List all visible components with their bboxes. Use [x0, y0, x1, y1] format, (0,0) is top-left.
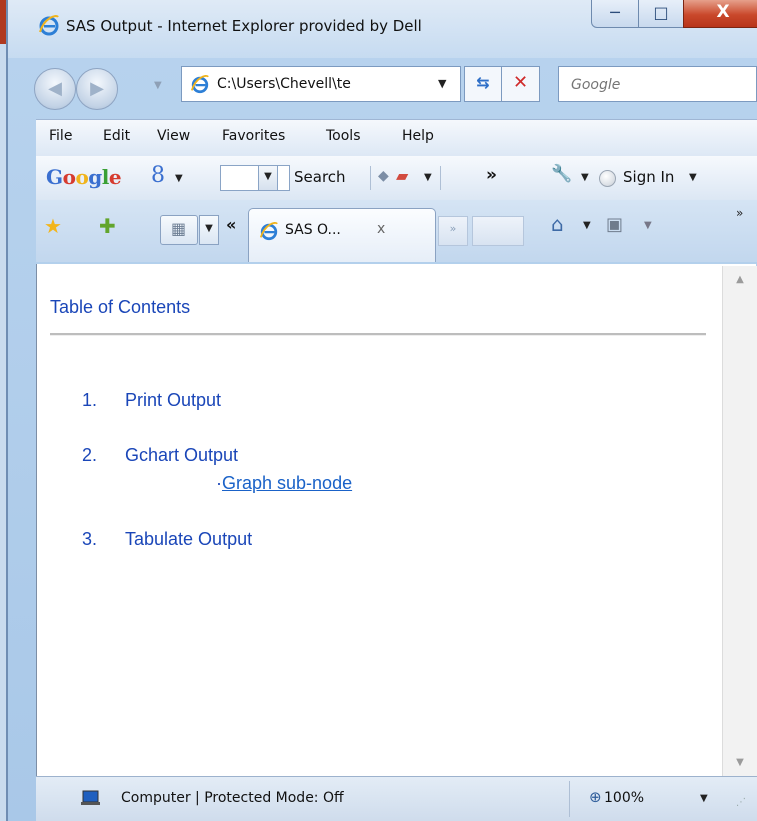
window-controls: ─ □ X	[591, 0, 757, 30]
tab-title: SAS O...	[285, 222, 341, 238]
sign-in-button[interactable]: Sign In	[623, 168, 674, 186]
tab-ie-icon	[259, 222, 278, 241]
computer-zone-icon	[81, 790, 100, 805]
stop-button[interactable]: ✕	[502, 66, 540, 102]
stop-icon: ✕	[512, 72, 529, 93]
favorites-star-icon[interactable]: ★	[44, 214, 62, 238]
toc-item-tabulate-output[interactable]: Tabulate Output	[125, 529, 252, 550]
back-button[interactable]: ◀	[34, 68, 76, 110]
highlight-icon[interactable]: ◆	[378, 168, 389, 184]
toc-item-number: 1.	[82, 390, 98, 410]
menu-tools[interactable]: Tools	[326, 128, 361, 144]
maximize-button[interactable]: □	[638, 0, 684, 28]
tab-sas-output[interactable]: SAS O... x	[248, 208, 436, 262]
toc-sub-link-graph[interactable]: Graph sub-node	[222, 473, 352, 493]
google-toolbar: Google 8 ▼ ▼ Search ◆ ▰ ▼ » 🔧 ▼ Sign In …	[36, 156, 757, 201]
address-field[interactable]: C:\Users\Chevell\te ▼	[181, 66, 461, 102]
feeds-icon[interactable]: ▣	[606, 214, 623, 235]
chevron-down-icon[interactable]: ▼	[700, 793, 708, 804]
chevron-down-icon[interactable]: ▼	[644, 220, 652, 231]
close-icon: X	[716, 2, 730, 22]
zoom-icon[interactable]: ⊕	[589, 788, 602, 806]
minimize-icon: ─	[610, 3, 620, 22]
status-bar: Computer | Protected Mode: Off ⊕ 100% ▼ …	[36, 776, 757, 821]
google-search-dropdown[interactable]: ▼	[258, 165, 278, 191]
tab-scroll-left-button[interactable]: «	[226, 215, 236, 234]
tab-close-icon[interactable]: x	[377, 221, 385, 237]
chevron-down-icon: ▼	[205, 223, 213, 234]
address-url: C:\Users\Chevell\te	[217, 76, 351, 92]
google-search-button[interactable]: Search	[294, 168, 346, 186]
back-arrow-icon: ◀	[48, 78, 62, 99]
menu-file[interactable]: File	[49, 128, 72, 144]
toc-subitem: ·Graph sub-node	[216, 473, 352, 494]
toolbar-divider	[440, 166, 441, 190]
title-bar: SAS Output - Internet Explorer provided …	[8, 0, 757, 58]
tab-scroll-right-button[interactable]: »	[438, 216, 468, 246]
browser-window: SAS Output - Internet Explorer provided …	[0, 0, 757, 821]
google-profile-selector[interactable]: 8 ▼	[145, 163, 215, 191]
scroll-up-icon[interactable]: ▲	[723, 274, 757, 285]
wrench-icon[interactable]: 🔧	[551, 164, 572, 184]
page-ie-icon	[190, 75, 209, 94]
resize-grip-icon[interactable]: ⋰	[736, 797, 746, 808]
toc-item-gchart-output[interactable]: Gchart Output	[125, 445, 238, 466]
menu-bar: File Edit View Favorites Tools Help	[36, 119, 757, 157]
toc-title: Table of Contents	[50, 297, 191, 317]
sign-in-status-icon	[599, 170, 616, 187]
chevron-down-icon[interactable]: ▼	[424, 172, 432, 183]
forward-button[interactable]: ▶	[76, 68, 118, 110]
address-dropdown-icon[interactable]: ▼	[438, 77, 446, 90]
google-g-icon: 8	[151, 163, 165, 188]
new-tab-button[interactable]	[472, 216, 524, 246]
status-divider	[569, 781, 570, 817]
google-search-input[interactable]	[220, 165, 290, 191]
menu-edit[interactable]: Edit	[103, 128, 130, 144]
vertical-scrollbar[interactable]: ▲ ▼	[722, 266, 757, 776]
menu-help[interactable]: Help	[402, 128, 434, 144]
recent-pages-dropdown-icon[interactable]: ▼	[154, 80, 162, 91]
chevron-down-icon: ▼	[175, 173, 183, 184]
menu-view[interactable]: View	[157, 128, 190, 144]
toolbar-divider	[370, 166, 371, 190]
toc-item-number: 3.	[82, 529, 98, 549]
add-favorite-icon[interactable]: ✚	[99, 214, 116, 238]
scroll-down-icon[interactable]: ▼	[723, 757, 757, 768]
home-icon[interactable]: ⌂	[551, 212, 564, 236]
minimize-button[interactable]: ─	[591, 0, 639, 28]
security-zone-text: Computer | Protected Mode: Off	[121, 790, 344, 806]
google-more-button[interactable]: »	[486, 165, 497, 185]
search-box[interactable]	[558, 66, 757, 102]
chevron-down-icon[interactable]: ▼	[689, 172, 697, 183]
maximize-icon: □	[653, 3, 669, 22]
toc-item-print-output[interactable]: Print Output	[125, 390, 221, 411]
toolbar-overflow-icon[interactable]: »	[736, 206, 743, 220]
menu-favorites[interactable]: Favorites	[222, 128, 285, 144]
internet-explorer-icon	[39, 15, 59, 36]
search-input[interactable]	[569, 75, 753, 95]
google-logo[interactable]: Google	[46, 165, 122, 189]
refresh-button[interactable]: ⇆	[464, 66, 502, 102]
chevron-down-icon: ▼	[264, 171, 272, 182]
forward-arrow-icon: ▶	[90, 78, 104, 99]
tab-list-button[interactable]: ▼	[199, 215, 219, 245]
toc-item-number: 2.	[82, 445, 98, 465]
window-left-edge	[0, 0, 8, 821]
toc-divider	[50, 333, 706, 336]
tab-row: ★ ✚ ▦ ▼ « SAS O... x » ⌂ ▼ ▣ ▼ »	[36, 200, 757, 262]
quick-tabs-icon: ▦	[170, 219, 188, 238]
page-content	[36, 264, 756, 776]
tab-scroll-right-icon: »	[449, 222, 457, 235]
close-window-button[interactable]: X	[683, 0, 757, 28]
address-row: ◀ ▶ ▼ C:\Users\Chevell\te ▼ ⇆ ✕	[8, 58, 757, 114]
quick-tabs-button[interactable]: ▦	[160, 215, 198, 245]
zoom-level[interactable]: 100%	[604, 790, 644, 806]
bookmark-pad-icon[interactable]: ▰	[396, 166, 408, 185]
chevron-down-icon[interactable]: ▼	[583, 220, 591, 231]
refresh-icon: ⇆	[476, 73, 490, 92]
chevron-down-icon[interactable]: ▼	[581, 172, 589, 183]
window-title: SAS Output - Internet Explorer provided …	[66, 17, 422, 35]
